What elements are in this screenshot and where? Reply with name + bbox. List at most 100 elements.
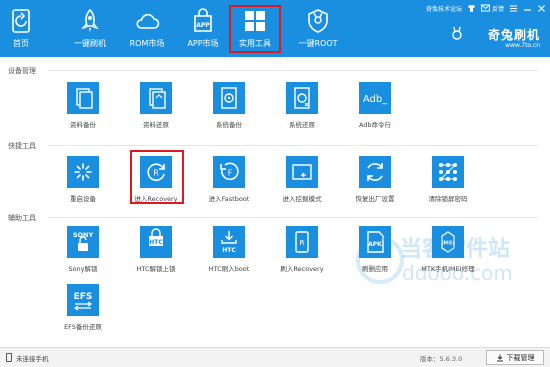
tile-doc-backup-box <box>67 82 99 114</box>
tile-restart-box <box>67 156 99 188</box>
tile-doc-restore-label: 资料还原 <box>143 121 169 129</box>
refresh-icon <box>12 9 30 33</box>
tile-factory-reset-label: 恢复出厂设置 <box>355 195 395 203</box>
nav-one-click-flash-label: 一键刷机 <box>74 39 106 48</box>
tile-restart[interactable]: 重启设备 <box>51 156 115 224</box>
tile-factory-reset[interactable]: 恢复出厂设置 <box>343 156 407 224</box>
version-label: 版本：5.6.3.0 <box>420 355 463 363</box>
tile-flash-recovery-box: R <box>286 226 318 258</box>
svg-text:APP: APP <box>196 22 210 29</box>
section-divider <box>48 70 538 71</box>
tile-system-backup[interactable]: 系统备份 <box>197 82 261 150</box>
tile-clear-lock[interactable]: 清除锁屏密码 <box>416 156 480 224</box>
doc-backup-icon <box>76 88 93 109</box>
nav-rom-market[interactable]: ROM市场 <box>118 0 176 57</box>
skin-icon[interactable] <box>467 4 476 13</box>
shield-icon <box>308 9 328 33</box>
brand-logo: 奇兔刷机 www.7to.cn <box>450 22 540 52</box>
section-quick-title: 快捷工具 <box>8 142 36 150</box>
tile-flash-recovery-label: 刷入Recovery <box>280 265 324 273</box>
window-title-links: 奇兔技术论坛 反馈 <box>421 2 546 14</box>
restart-icon <box>74 163 92 181</box>
tile-flash-recovery[interactable]: R 刷入Recovery <box>270 226 334 294</box>
tile-system-backup-label: 系统备份 <box>216 121 242 129</box>
brand-url: www.7to.cn <box>505 42 540 49</box>
download-mode-icon <box>292 164 312 180</box>
tile-download-mode[interactable]: 进入挖掘模式 <box>270 156 334 224</box>
htc-boot-icon: HTC <box>221 231 237 254</box>
efs-icon: EFS <box>74 292 93 311</box>
nav-one-click-root[interactable]: 一键ROOT <box>288 0 348 57</box>
tile-download-mode-label: 进入挖掘模式 <box>282 195 322 203</box>
tile-clear-lock-box <box>432 156 464 188</box>
tile-efs-label: EFS备份还原 <box>64 323 102 331</box>
svg-text:SONY: SONY <box>73 231 94 239</box>
svg-text:ddooo.com: ddooo.com <box>402 261 513 285</box>
tile-doc-restore[interactable]: 资料还原 <box>124 82 188 150</box>
svg-text:F: F <box>228 169 233 178</box>
tile-enter-fastboot-box: F <box>213 156 245 188</box>
tile-system-restore[interactable]: 系统还原 <box>270 82 334 150</box>
tile-htc-boot-box: HTC <box>213 226 245 258</box>
nav-one-click-flash[interactable]: 一键刷机 <box>60 0 120 57</box>
system-restore-icon <box>294 87 310 109</box>
adb-icon: Adb_ <box>363 94 388 105</box>
forum-link[interactable]: 奇兔技术论坛 <box>426 4 462 13</box>
svg-text:Adb_: Adb_ <box>363 94 388 105</box>
tile-efs[interactable]: EFS EFS备份还原 <box>51 284 115 352</box>
phone-icon <box>6 353 12 362</box>
nav-home[interactable]: 首页 <box>0 0 42 57</box>
doc-restore-icon <box>149 88 166 109</box>
feedback-link[interactable]: 反馈 <box>492 4 504 13</box>
tile-htc-boot-label: HTC刷入boot <box>208 265 250 273</box>
tile-htc-lock-box: HTC <box>140 226 172 258</box>
tile-htc-lock[interactable]: HTC HTC解锁上锁 <box>124 226 188 294</box>
top-toolbar: 首页 一键刷机 ROM市场 APP APP市场 实用工具 一键ROOT 奇兔技术… <box>0 0 550 57</box>
nav-home-label: 首页 <box>13 39 29 48</box>
tile-restart-label: 重启设备 <box>70 195 96 203</box>
minimize-icon[interactable] <box>523 4 532 13</box>
menu-icon[interactable] <box>509 4 518 13</box>
tile-htc-boot[interactable]: HTC HTC刷入boot <box>197 226 261 294</box>
fastboot-icon: F <box>220 162 239 181</box>
nav-app-market-label: APP市场 <box>187 39 219 48</box>
tile-system-backup-box <box>213 82 245 114</box>
tile-clear-lock-label: 清除锁屏密码 <box>428 195 468 203</box>
section-device-title: 设备管理 <box>8 67 36 75</box>
tile-enter-recovery-highlight <box>130 150 184 204</box>
section-aux-title: 辅助工具 <box>8 214 36 222</box>
watermark: 当客软件站 ddooo.com <box>356 236 513 285</box>
tile-efs-box: EFS <box>67 284 99 316</box>
section-divider <box>48 217 538 218</box>
cloud-icon <box>136 13 160 29</box>
rocket-icon <box>81 8 99 32</box>
tile-doc-restore-box <box>140 82 172 114</box>
tile-doc-backup[interactable]: 资料备份 <box>51 82 115 150</box>
app-store-icon: APP <box>194 8 212 32</box>
svg-text:EFS: EFS <box>74 292 93 302</box>
tile-enter-fastboot[interactable]: F 进入Fastboot <box>197 156 261 224</box>
tile-htc-lock-label: HTC解锁上锁 <box>136 265 176 273</box>
close-icon[interactable] <box>537 4 546 13</box>
svg-text:HTC: HTC <box>222 247 236 254</box>
tile-sony-unlock-label: Sony解锁 <box>68 265 98 273</box>
tile-adb[interactable]: Adb_ Adb命令行 <box>343 82 407 150</box>
download-manager-button[interactable]: 下载管理 <box>486 350 544 365</box>
tile-system-restore-box <box>286 82 318 114</box>
section-divider <box>48 145 538 146</box>
tile-factory-reset-box <box>359 156 391 188</box>
feedback-icon[interactable] <box>480 4 490 13</box>
brand-name: 奇兔刷机 <box>487 28 540 42</box>
factory-reset-icon <box>367 163 383 181</box>
tile-doc-backup-label: 资料备份 <box>70 121 96 129</box>
rabbit-logo-icon <box>452 26 462 40</box>
tile-system-restore-label: 系统还原 <box>289 121 315 129</box>
pattern-lock-icon <box>439 163 457 181</box>
nav-one-click-root-label: 一键ROOT <box>298 39 338 48</box>
nav-rom-market-label: ROM市场 <box>129 39 165 48</box>
svg-text:当客软件站: 当客软件站 <box>400 236 510 262</box>
nav-utilities-highlight <box>229 5 281 53</box>
tile-sony-unlock-box: SONY <box>67 226 99 258</box>
tile-enter-fastboot-label: 进入Fastboot <box>208 195 250 203</box>
nav-app-market[interactable]: APP APP市场 <box>174 0 232 57</box>
